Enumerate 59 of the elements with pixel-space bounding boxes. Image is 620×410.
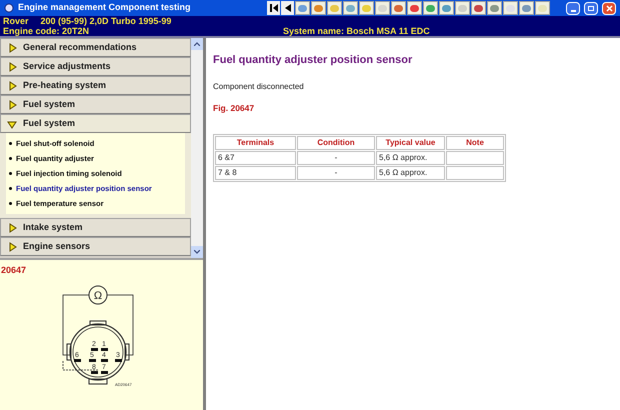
column-header: Condition (297, 136, 375, 150)
system-name: System name: Bosch MSA 11 EDC (283, 26, 430, 36)
scroll-up-icon[interactable] (194, 42, 200, 46)
restore-button[interactable] (584, 2, 598, 14)
menu-section[interactable]: Intake system (0, 218, 191, 237)
table-cell: - (297, 151, 375, 166)
toolbar-tool-icon[interactable] (455, 1, 470, 15)
toolbar-tool-icon[interactable] (375, 1, 390, 15)
column-header: Typical value (376, 136, 445, 150)
toolbar-tool-icon[interactable] (535, 1, 550, 15)
close-button[interactable] (602, 2, 616, 14)
content-title: Fuel quantity adjuster position sensor (213, 53, 412, 68)
table-cell: - (297, 166, 375, 180)
engine-code: Engine code: 20T2N (3, 26, 90, 36)
vehicle-make: Rover (3, 16, 29, 26)
menu-section[interactable]: Engine sensors (0, 237, 191, 256)
window-title: Engine management Component testing (18, 1, 191, 14)
minimize-button[interactable] (566, 2, 580, 14)
bullet-icon (9, 142, 12, 145)
table-cell: 7 & 8 (215, 166, 296, 180)
toolbar-tool-icon[interactable] (487, 1, 502, 15)
toolbar-tool-icon[interactable] (439, 1, 454, 15)
first-button[interactable] (267, 1, 280, 15)
table-cell: 5,6 Ω approx. (376, 151, 445, 166)
figure-caption: 20647 (0, 264, 28, 277)
bullet-icon (9, 157, 12, 160)
table-cell: 6 &7 (215, 151, 296, 166)
close-icon (606, 4, 612, 12)
figure-reference: Fig. 20647 (213, 102, 254, 114)
menu-section[interactable]: Service adjustments (0, 57, 191, 76)
menu-section[interactable]: Pre-heating system (0, 76, 191, 95)
toolbar-tool-icon[interactable] (519, 1, 534, 15)
bullet-icon (9, 172, 12, 175)
previous-button[interactable] (281, 1, 294, 15)
scroll-down-icon[interactable] (194, 250, 200, 254)
app-icon (4, 3, 14, 13)
toolbar-tool-icon[interactable] (503, 1, 518, 15)
toolbar-tool-icon[interactable] (359, 1, 374, 15)
content-note: Component disconnected (213, 80, 304, 92)
column-header: Terminals (215, 136, 296, 150)
toolbar-tool-icon[interactable] (391, 1, 406, 15)
bullet-icon (9, 202, 12, 205)
toolbar-tool-icon[interactable] (423, 1, 438, 15)
toolbar-tool-icon[interactable] (407, 1, 422, 15)
menu-section[interactable]: General recommendations (0, 38, 191, 57)
menu-section[interactable]: Fuel system (0, 95, 191, 114)
toolbar-tool-icon[interactable] (343, 1, 358, 15)
vehicle-model: 200 (95-99) 2,0D Turbo 1995-99 (40, 16, 172, 26)
toolbar-tool-icon[interactable] (327, 1, 342, 15)
toolbar-tool-icon[interactable] (311, 1, 326, 15)
menu-section[interactable]: Fuel system (0, 114, 191, 133)
back-arrow-icon (284, 4, 290, 12)
table-cell: 5,6 Ω approx. (376, 166, 445, 180)
column-header: Note (446, 136, 504, 150)
toolbar-tool-icon[interactable] (471, 1, 486, 15)
bullet-icon (9, 187, 12, 190)
ohm-symbol: Ω (94, 290, 102, 302)
scrollbar[interactable] (191, 38, 203, 258)
skip-back-icon (270, 4, 278, 12)
